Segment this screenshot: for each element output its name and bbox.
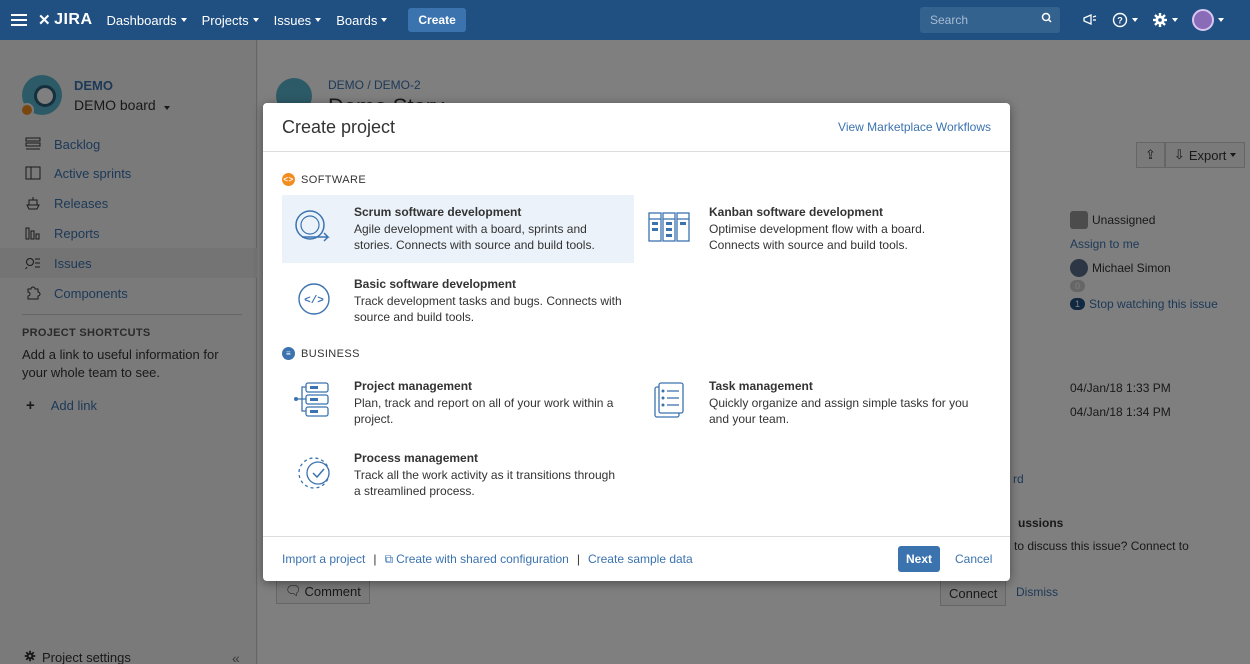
template-process-management[interactable]: Process management Track all the work ac…	[282, 441, 634, 509]
chevron-down-icon	[180, 18, 187, 22]
settings-menu[interactable]	[1152, 12, 1178, 28]
template-project-management[interactable]: Project management Plan, track and repor…	[282, 369, 634, 437]
help-icon: ?	[1112, 12, 1128, 28]
jira-logo[interactable]: ✕ JIRA	[38, 11, 93, 29]
footer-separator: |	[576, 552, 580, 566]
kanban-board-icon	[647, 205, 691, 249]
gear-icon	[1153, 13, 1167, 27]
sample-data-link[interactable]: Create sample data	[588, 552, 693, 566]
svg-text:</>: </>	[304, 295, 324, 307]
jira-logo-icon: ✕	[38, 12, 52, 29]
shared-config-icon: ⧉	[384, 551, 394, 566]
software-section-label: <> SOFTWARE	[282, 173, 367, 186]
user-avatar	[1192, 9, 1214, 31]
shared-config-link[interactable]: ⧉ Create with shared configuration	[385, 552, 569, 567]
import-project-link[interactable]: Import a project	[282, 552, 365, 566]
scrum-icon	[292, 205, 336, 249]
chevron-down-icon	[381, 18, 388, 22]
dialog-header: Create project View Marketplace Workflow…	[263, 103, 1010, 152]
chevron-down-icon	[315, 18, 322, 22]
dialog-body: <> SOFTWARE Scrum software development A…	[263, 152, 1010, 536]
help-menu[interactable]: ?	[1112, 12, 1138, 28]
nav-boards[interactable]: Boards	[336, 13, 388, 28]
template-basic[interactable]: </> Basic software development Track dev…	[282, 267, 634, 335]
nav-dashboards[interactable]: Dashboards	[107, 13, 187, 28]
app-switcher-icon[interactable]	[0, 0, 38, 40]
software-icon: <>	[282, 173, 295, 186]
dialog-footer: Import a project | ⧉ Create with shared c…	[263, 536, 1010, 581]
chevron-down-icon	[1172, 18, 1178, 22]
next-button[interactable]: Next	[898, 546, 941, 572]
dialog-title: Create project	[282, 116, 396, 137]
business-icon: ≡	[282, 347, 295, 360]
create-project-dialog: Create project View Marketplace Workflow…	[263, 103, 1010, 581]
chevron-down-icon	[1132, 18, 1138, 22]
cancel-button[interactable]: Cancel	[955, 552, 992, 566]
top-navigation: ✕ JIRA Dashboards Projects Issues Boards…	[0, 0, 1250, 40]
search-icon	[1040, 11, 1054, 28]
nav-projects[interactable]: Projects	[202, 13, 259, 28]
code-icon: </>	[292, 277, 336, 321]
search-input[interactable]: Search	[920, 7, 1060, 33]
footer-separator: |	[373, 552, 377, 566]
chevron-down-icon	[1218, 18, 1224, 22]
chevron-down-icon	[252, 18, 259, 22]
checklist-icon	[647, 379, 691, 423]
nav-right-tools: ?	[1082, 0, 1224, 40]
template-kanban[interactable]: Kanban software development Optimise dev…	[637, 195, 989, 263]
process-check-icon	[292, 451, 336, 495]
template-scrum[interactable]: Scrum software development Agile develop…	[282, 195, 634, 263]
svg-text:?: ?	[1117, 16, 1123, 26]
marketplace-link[interactable]: View Marketplace Workflows	[838, 120, 991, 134]
business-section-label: ≡ BUSINESS	[282, 347, 360, 360]
user-profile-menu[interactable]	[1192, 9, 1224, 31]
nav-issues[interactable]: Issues	[274, 13, 322, 28]
project-hierarchy-icon	[292, 379, 336, 423]
template-task-management[interactable]: Task management Quickly organize and ass…	[637, 369, 989, 437]
create-button[interactable]: Create	[408, 8, 466, 32]
feedback-icon[interactable]	[1082, 13, 1098, 27]
